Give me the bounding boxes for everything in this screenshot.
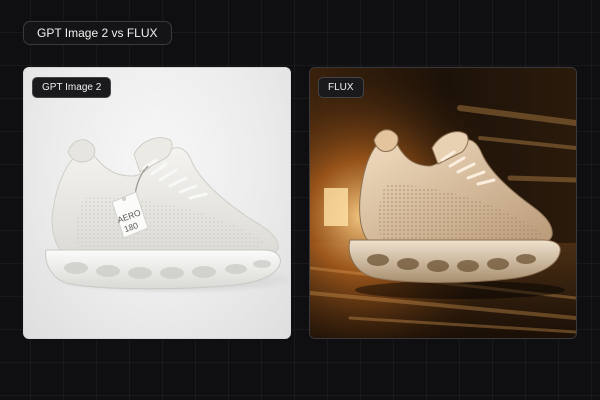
left-model-label: GPT Image 2 xyxy=(32,77,112,98)
comparison-title: GPT Image 2 vs FLUX xyxy=(23,21,172,45)
right-model-label: FLUX xyxy=(318,77,364,98)
left-shoe-collar xyxy=(67,139,96,163)
left-sneaker-image: AERO 180 xyxy=(45,137,290,294)
right-sneaker-image xyxy=(310,68,576,338)
window-light xyxy=(324,188,348,226)
right-image-panel: FLUX xyxy=(309,67,577,339)
left-image-panel: GPT Image 2 AERO 180 xyxy=(23,67,291,339)
